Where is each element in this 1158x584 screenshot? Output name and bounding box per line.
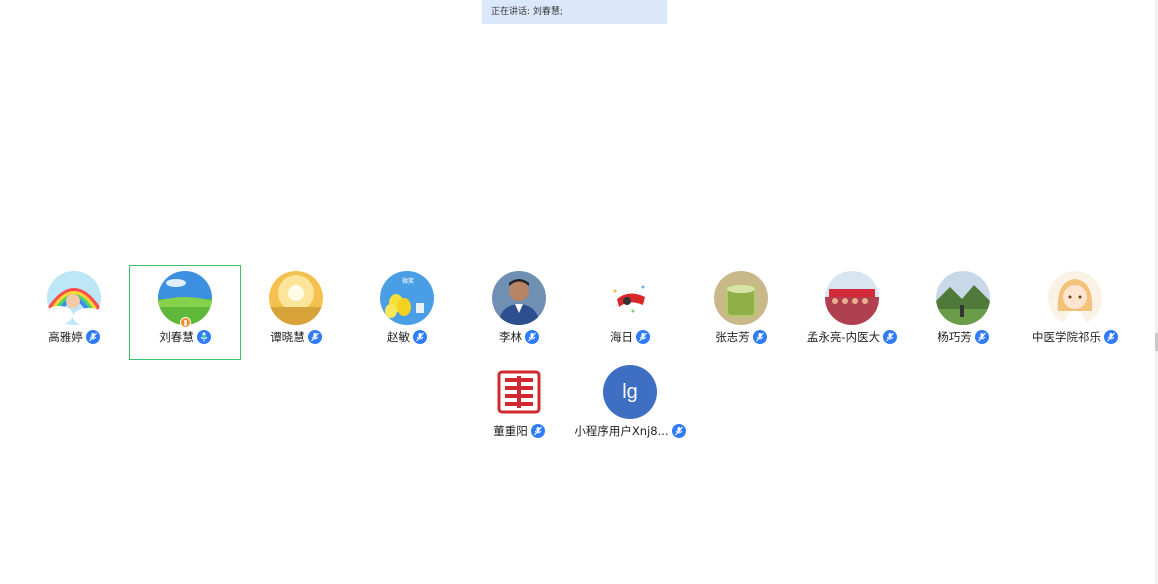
participant-tile[interactable]: 张志芳	[686, 266, 796, 358]
participant-tile-active[interactable]: 刘春慧	[129, 265, 241, 360]
sunburst-avatar	[269, 271, 323, 325]
participant-name: 李林	[499, 330, 522, 344]
participant-tile[interactable]: 孟永亮-内医大	[797, 266, 907, 358]
microphone-icon[interactable]	[1104, 330, 1118, 344]
participant-name: 董重阳	[493, 424, 528, 438]
initials-avatar: lg	[603, 365, 657, 419]
microphone-icon[interactable]	[530, 424, 545, 438]
participant-tile[interactable]: 高雅婷	[19, 266, 129, 358]
participant-tile[interactable]: 海日	[575, 266, 685, 358]
microphone-icon[interactable]	[413, 330, 427, 344]
participant-name: 中医学院祁乐	[1032, 330, 1101, 344]
group-photo-avatar	[825, 271, 879, 325]
speaking-indicator: 正在讲话: 刘春慧;	[482, 0, 667, 24]
participant-tile[interactable]: 谭晓慧	[241, 266, 351, 358]
red-seal-avatar	[492, 365, 546, 419]
participant-name: 海日	[610, 330, 633, 344]
participant-tile[interactable]: 微笑 赵敏	[352, 266, 462, 358]
participant-tile[interactable]: lg 小程序用户Xnj8...	[574, 360, 686, 452]
microphone-icon[interactable]	[85, 330, 100, 344]
microphone-icon[interactable]	[307, 330, 322, 344]
red-flag-avatar	[603, 271, 657, 325]
man-portrait-avatar	[492, 271, 546, 325]
yellow-balloons-avatar: 微笑	[380, 271, 434, 325]
participant-name: 赵敏	[387, 330, 410, 344]
participant-tile[interactable]: 李林	[464, 266, 574, 358]
participant-name: 刘春慧	[159, 330, 194, 344]
participant-name: 小程序用户Xnj8...	[574, 424, 669, 438]
host-badge-icon	[180, 317, 191, 328]
participant-tile[interactable]: 杨巧芳	[908, 266, 1018, 358]
rainbow-cartoon-avatar	[47, 271, 101, 325]
avatar-caption: 微笑	[402, 277, 414, 285]
microphone-icon[interactable]	[525, 330, 539, 344]
anime-girl-avatar	[1048, 271, 1102, 325]
green-tea-avatar	[714, 271, 768, 325]
microphone-icon[interactable]	[671, 424, 686, 438]
avatar-initials: lg	[622, 381, 638, 403]
participant-name: 孟永亮-内医大	[806, 330, 881, 344]
participant-name: 张志芳	[715, 330, 750, 344]
mountain-landscape-avatar	[936, 271, 990, 325]
microphone-icon[interactable]	[883, 330, 898, 344]
microphone-icon[interactable]	[752, 330, 767, 344]
participant-tile[interactable]: 董重阳	[464, 360, 574, 452]
participant-name: 高雅婷	[48, 330, 83, 344]
microphone-icon[interactable]	[636, 330, 650, 344]
participant-name: 谭晓慧	[270, 330, 305, 344]
participant-name: 杨巧芳	[937, 330, 972, 344]
microphone-icon[interactable]	[974, 330, 989, 344]
microphone-speaking-icon[interactable]	[196, 330, 211, 344]
participant-tile[interactable]: 中医学院祁乐	[1020, 266, 1130, 358]
